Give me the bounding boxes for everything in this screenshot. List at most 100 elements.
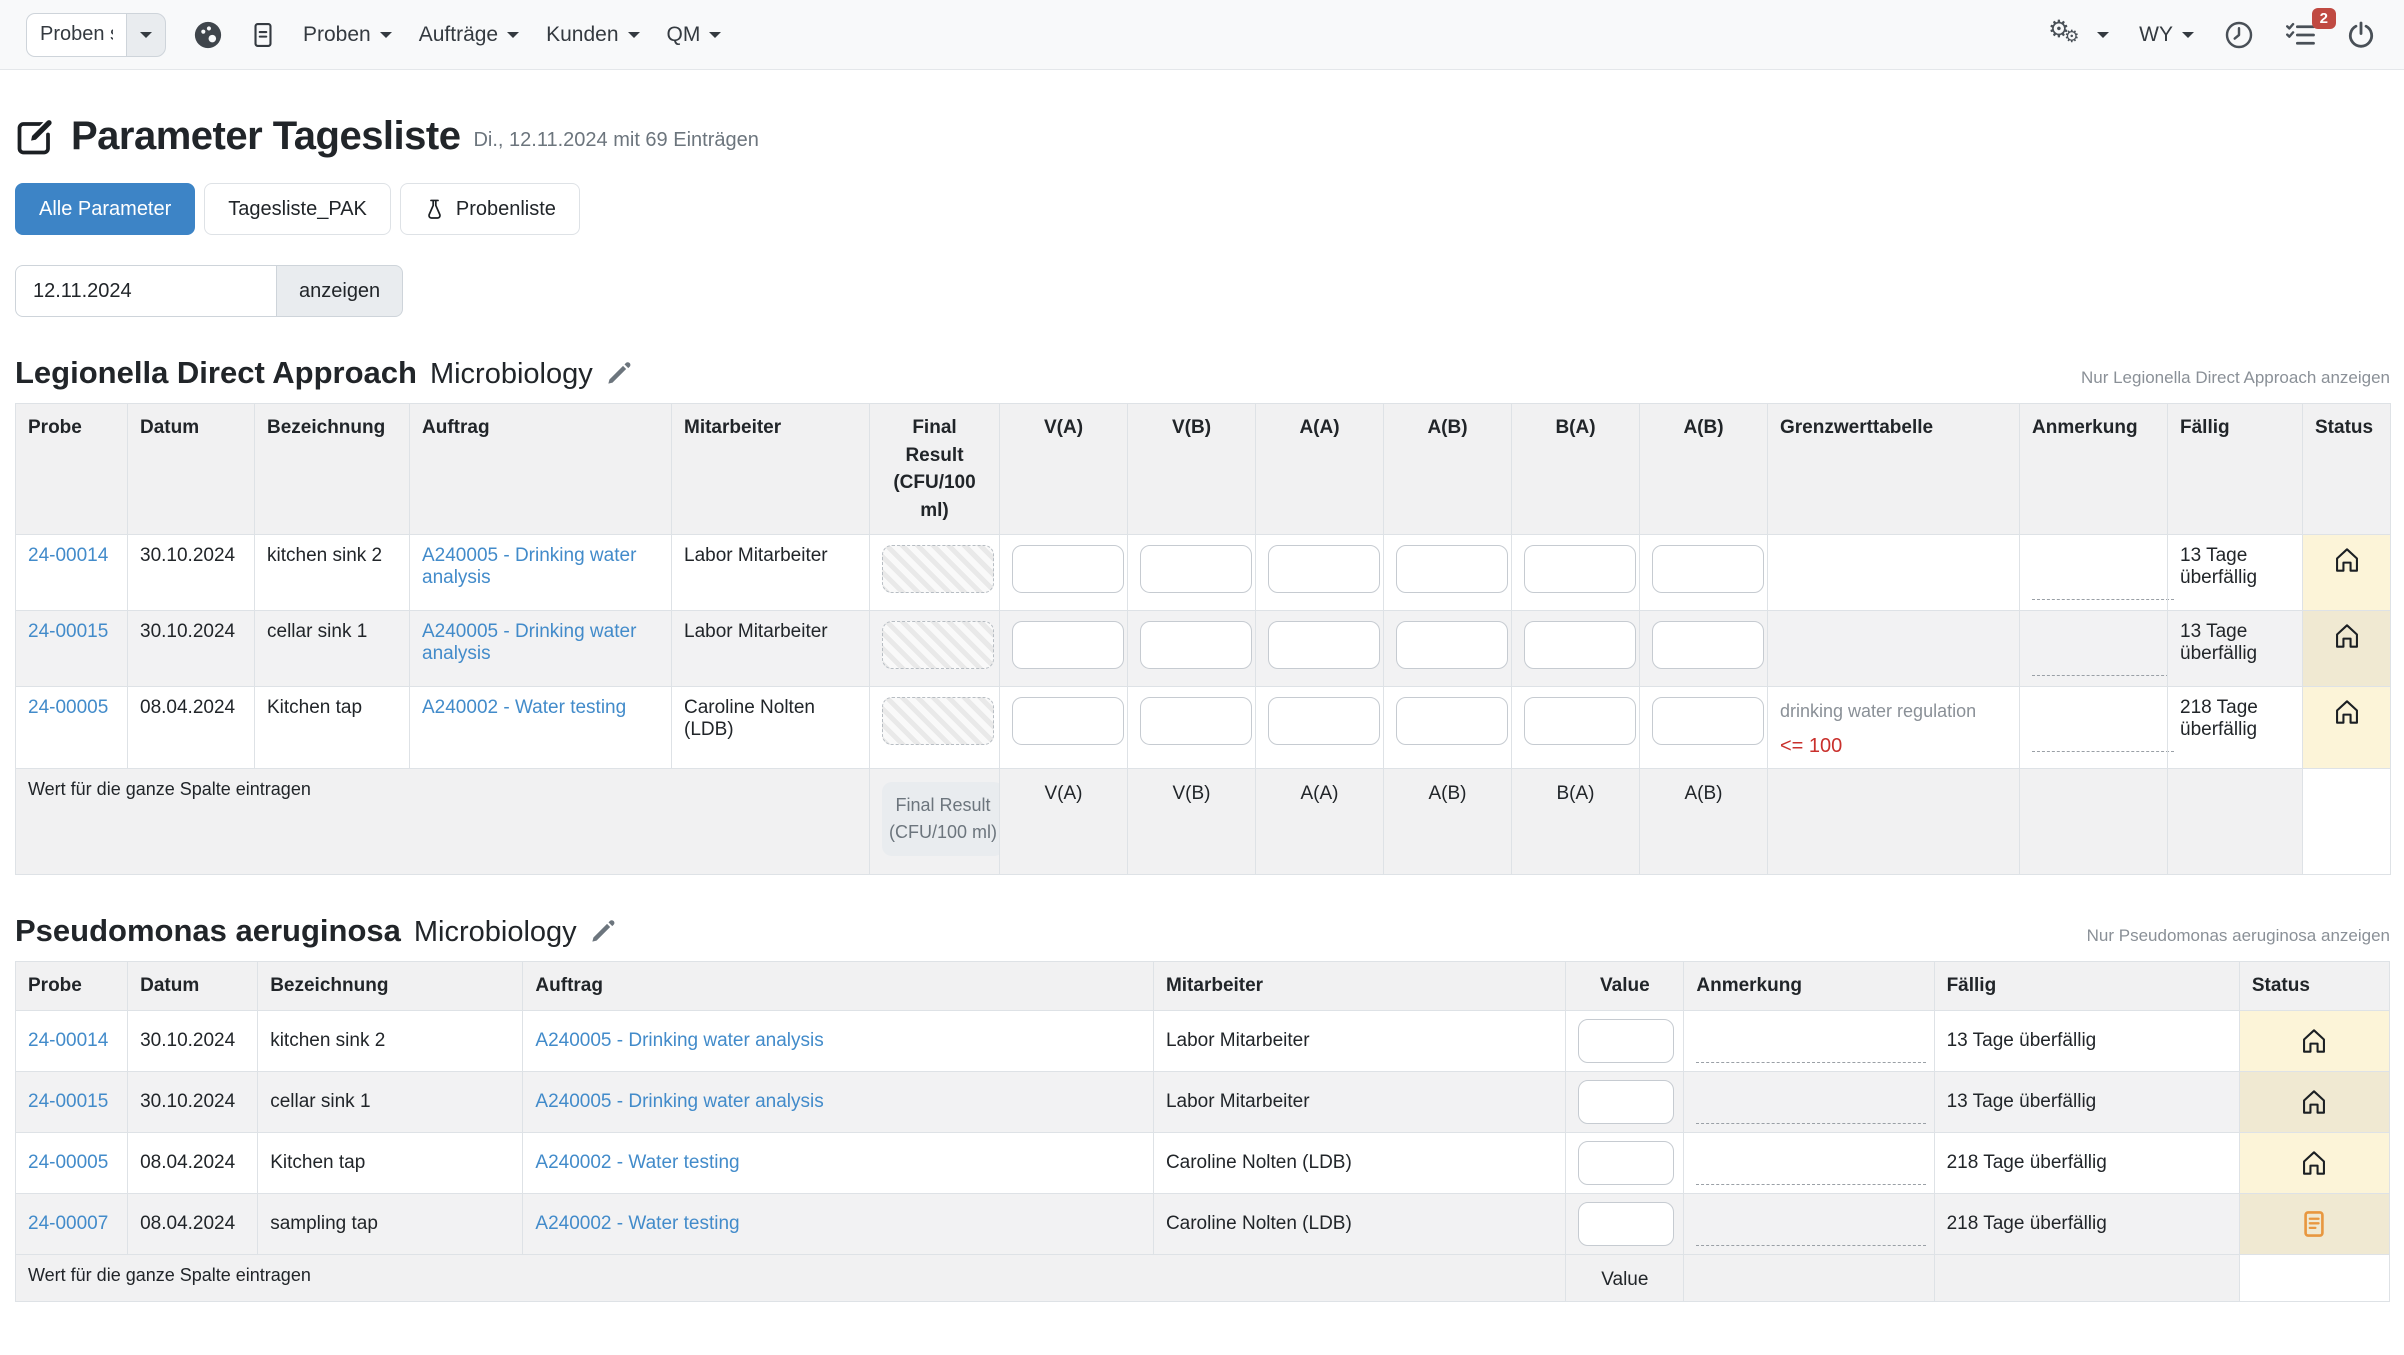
sample-link[interactable]: 24-00014	[28, 545, 108, 566]
input-v-a[interactable]	[1012, 545, 1124, 593]
input-a-b-2[interactable]	[1652, 697, 1764, 745]
column-header: Anmerkung	[2020, 404, 2168, 535]
sample-link[interactable]: 24-00005	[28, 697, 108, 718]
cell: 24-00014	[16, 535, 128, 611]
house-status-icon[interactable]	[2303, 535, 2391, 611]
power-icon[interactable]	[2346, 20, 2376, 50]
edit-pencil-icon[interactable]	[606, 361, 631, 386]
bulk-column-button[interactable]: A(A)	[1268, 779, 1371, 805]
bulk-column-button[interactable]: Value	[1578, 1265, 1671, 1291]
bulk-column-button[interactable]: B(A)	[1524, 779, 1627, 805]
empty-cell	[2020, 769, 2168, 875]
limit-value-link[interactable]: <= 100	[1780, 735, 2007, 758]
top-navbar: Proben Aufträge Kunden QM ⚙⚙ WY	[0, 0, 2404, 70]
input-a-a[interactable]	[1268, 545, 1380, 593]
order-link[interactable]: A240005 - Drinking water analysis	[535, 1091, 823, 1112]
column-header: A(B)	[1384, 404, 1512, 535]
show-button[interactable]: anzeigen	[277, 265, 403, 317]
column-header: Fällig	[2168, 404, 2303, 535]
search-type-dropdown[interactable]	[126, 13, 166, 57]
input-a-b[interactable]	[1396, 697, 1508, 745]
input-v-a[interactable]	[1012, 697, 1124, 745]
final-result-input	[882, 621, 994, 669]
palette-icon[interactable]	[193, 20, 223, 50]
anmerkung-cell	[1684, 1011, 1934, 1072]
tab-probenliste[interactable]: Probenliste	[400, 183, 580, 235]
anmerkung-input[interactable]	[1696, 1148, 1926, 1185]
user-menu[interactable]: WY	[2139, 23, 2194, 47]
filter-only-pseudomonas-link[interactable]: Nur Pseudomonas aeruginosa anzeigen	[2087, 926, 2390, 946]
anmerkung-input[interactable]	[1696, 1026, 1926, 1063]
input-a-a[interactable]	[1268, 621, 1380, 669]
input-v-b[interactable]	[1140, 697, 1252, 745]
tasks-button[interactable]: 2	[2284, 20, 2316, 50]
table-row: 24-0000508.04.2024Kitchen tapA240002 - W…	[16, 687, 2391, 769]
search-input[interactable]	[26, 13, 126, 57]
bulk-column-button[interactable]: A(B)	[1396, 779, 1499, 805]
sample-link[interactable]: 24-00015	[28, 1091, 108, 1112]
document-icon[interactable]	[250, 21, 276, 49]
order-link[interactable]: A240002 - Water testing	[535, 1213, 739, 1234]
empty-cell	[2239, 1255, 2389, 1302]
house-status-icon[interactable]	[2239, 1011, 2389, 1072]
value-input[interactable]	[1578, 1141, 1674, 1185]
menu-auftraege[interactable]: Aufträge	[419, 23, 519, 47]
faellig-cell: 218 Tage überfällig	[1934, 1194, 2239, 1255]
input-b-a[interactable]	[1524, 697, 1636, 745]
menu-qm[interactable]: QM	[667, 23, 722, 47]
input-a-b-2[interactable]	[1652, 545, 1764, 593]
bulk-column-button[interactable]: A(B)	[1652, 779, 1755, 805]
order-link[interactable]: A240005 - Drinking water analysis	[422, 545, 636, 588]
order-link[interactable]: A240002 - Water testing	[422, 697, 626, 718]
filter-only-legionella-link[interactable]: Nur Legionella Direct Approach anzeigen	[2081, 368, 2390, 388]
input-v-b[interactable]	[1140, 621, 1252, 669]
anmerkung-input[interactable]	[2032, 563, 2174, 600]
tab-tagesliste-pak[interactable]: Tagesliste_PAK	[204, 183, 391, 235]
anmerkung-input[interactable]	[1696, 1209, 1926, 1246]
edit-pencil-icon[interactable]	[590, 919, 615, 944]
sample-link[interactable]: 24-00015	[28, 621, 108, 642]
clock-icon[interactable]	[2224, 20, 2254, 50]
column-header: Probe	[16, 404, 128, 535]
view-tabs: Alle Parameter Tagesliste_PAK Probenlist…	[15, 183, 2390, 235]
house-status-icon[interactable]	[2239, 1133, 2389, 1194]
tab-alle-parameter[interactable]: Alle Parameter	[15, 183, 195, 235]
input-a-b[interactable]	[1396, 545, 1508, 593]
column-header: Final Result (CFU/100 ml)	[870, 404, 1000, 535]
chevron-down-icon	[628, 32, 640, 38]
house-status-icon[interactable]	[2239, 1072, 2389, 1133]
input-a-a[interactable]	[1268, 697, 1380, 745]
order-link[interactable]: A240002 - Water testing	[535, 1152, 739, 1173]
bulk-column-button[interactable]: V(A)	[1012, 779, 1115, 805]
journal-status-icon[interactable]	[2239, 1194, 2389, 1255]
input-v-a[interactable]	[1012, 621, 1124, 669]
settings-menu[interactable]: ⚙⚙	[2048, 17, 2109, 53]
faellig-cell: 218 Tage überfällig	[2168, 687, 2303, 769]
anmerkung-input[interactable]	[2032, 639, 2174, 676]
input-a-b[interactable]	[1396, 621, 1508, 669]
limit-table-name: drinking water regulation	[1780, 699, 2007, 723]
value-input[interactable]	[1578, 1080, 1674, 1124]
house-status-icon[interactable]	[2303, 687, 2391, 769]
menu-kunden[interactable]: Kunden	[546, 23, 639, 47]
anmerkung-input[interactable]	[2032, 715, 2174, 752]
final-result-input	[882, 545, 994, 593]
menu-proben[interactable]: Proben	[303, 23, 392, 47]
sample-link[interactable]: 24-00014	[28, 1030, 108, 1051]
order-link[interactable]: A240005 - Drinking water analysis	[422, 621, 636, 664]
empty-cell	[1934, 1255, 2239, 1302]
value-input[interactable]	[1578, 1202, 1674, 1246]
order-link[interactable]: A240005 - Drinking water analysis	[535, 1030, 823, 1051]
input-a-b-2[interactable]	[1652, 621, 1764, 669]
sample-link[interactable]: 24-00007	[28, 1213, 108, 1234]
date-input[interactable]	[15, 265, 277, 317]
house-status-icon[interactable]	[2303, 611, 2391, 687]
table-row: 24-0001430.10.2024kitchen sink 2A240005 …	[16, 535, 2391, 611]
bulk-column-button[interactable]: V(B)	[1140, 779, 1243, 805]
input-b-a[interactable]	[1524, 621, 1636, 669]
input-b-a[interactable]	[1524, 545, 1636, 593]
input-v-b[interactable]	[1140, 545, 1252, 593]
anmerkung-input[interactable]	[1696, 1087, 1926, 1124]
value-input[interactable]	[1578, 1019, 1674, 1063]
sample-link[interactable]: 24-00005	[28, 1152, 108, 1173]
